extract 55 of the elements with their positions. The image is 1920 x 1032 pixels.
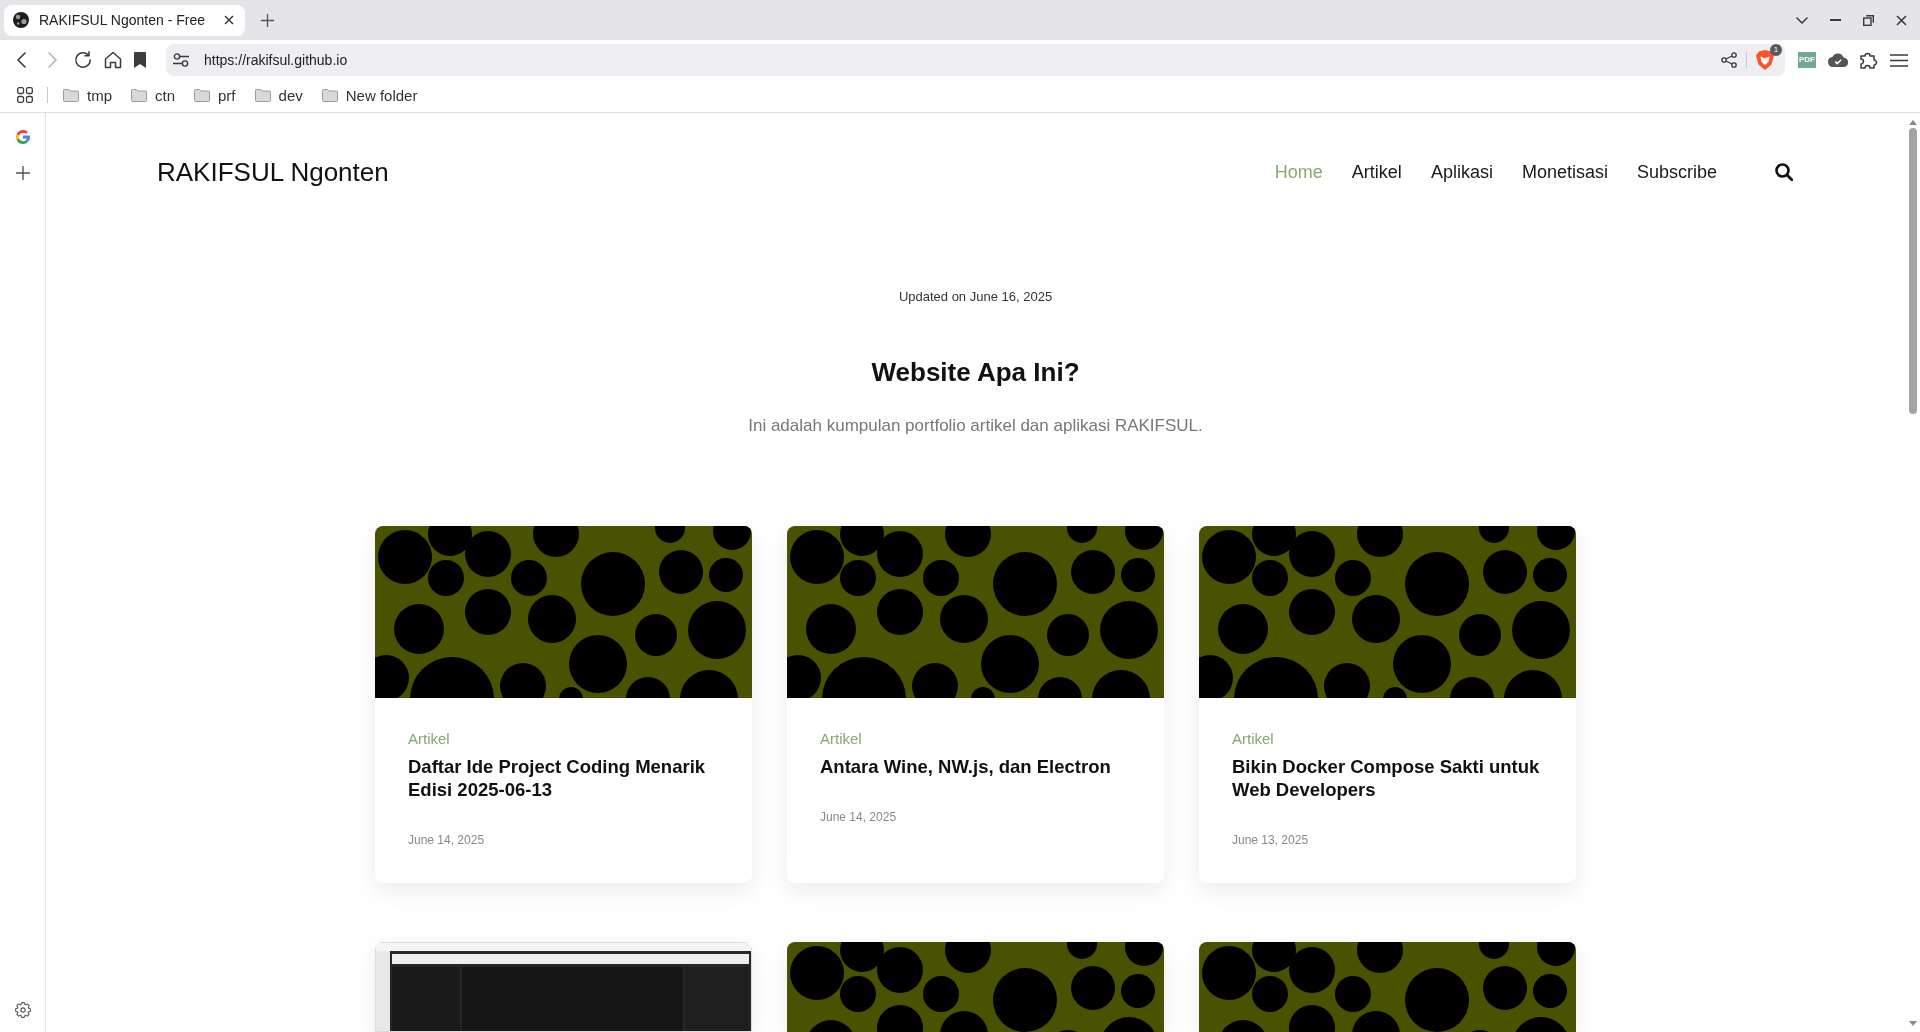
post-date: June 13, 2025 (1232, 832, 1309, 848)
plus-icon[interactable] (261, 13, 274, 27)
house-icon[interactable] (104, 51, 122, 69)
up-triangle-icon[interactable] (1908, 120, 1917, 125)
bookmark-folder[interactable]: New folder (317, 82, 422, 108)
g-logo-icon[interactable] (15, 130, 30, 144)
shield-icon[interactable] (1756, 50, 1774, 70)
post-card[interactable]: Artikel Bikin Docker Compose Sakti untuk Web Developers June 13, 2025 (1199, 526, 1576, 883)
grid-icon[interactable] (17, 87, 33, 103)
post-title[interactable]: Daftar Ide Project Coding Menarik Edisi 2025-06-13 (408, 755, 719, 801)
puzzle-piece-icon[interactable] (1860, 51, 1878, 69)
settings-icon[interactable] (14, 1002, 31, 1018)
site-logo[interactable]: RAKIFSUL Ngonten (157, 156, 389, 188)
restore-icon[interactable] (1863, 14, 1874, 26)
post-date: June 14, 2025 (820, 809, 897, 825)
address-bar[interactable]: https://rakifsul.github.io 1 (166, 44, 1785, 76)
nav-link[interactable]: Artikel (1351, 161, 1402, 183)
page-description: Ini adalah kumpulan portfolio artikel dan aplikasi RAKIFSUL. (747, 415, 1204, 437)
updated-date: Updated on June 16, 2025 (897, 289, 1054, 305)
post-card[interactable]: Artikel Daftar Ide Project Coding Menarik Edisi 2025-06-13 June 14, 2025 (375, 526, 752, 883)
close-icon[interactable] (1896, 14, 1907, 26)
browser-tab[interactable]: RAKIFSUL Ngonten - Free (4, 4, 245, 36)
url-text[interactable]: https://rakifsul.github.io (204, 52, 348, 68)
circular-arrow-icon[interactable] (74, 51, 92, 69)
page-heading: Website Apa Ini? (870, 356, 1081, 389)
menu-icon[interactable] (1890, 53, 1908, 67)
notification-badge: 1 (1770, 44, 1782, 56)
folder-icon (194, 88, 211, 102)
share-icon[interactable] (1721, 52, 1737, 68)
bookmark-folder[interactable]: tmp (59, 82, 116, 108)
left-chevron-icon[interactable] (17, 52, 26, 68)
scrollbar-thumb[interactable] (1908, 128, 1917, 414)
nav-link[interactable]: Aplikasi (1430, 161, 1493, 183)
bookmark-icon[interactable] (134, 52, 146, 68)
close-icon[interactable] (224, 15, 234, 25)
bookmark-folder[interactable]: prf (190, 82, 240, 108)
post-title[interactable]: Antara Wine, NW.js, dan Electron (820, 755, 1111, 778)
down-triangle-icon[interactable] (1908, 1021, 1917, 1026)
spotted-circle-icon (13, 12, 29, 28)
folder-icon (63, 88, 79, 102)
cloud-check-icon[interactable] (1828, 53, 1848, 67)
bookmark-folder[interactable]: dev (250, 82, 307, 108)
folder-icon (321, 88, 338, 102)
folder-icon (131, 88, 147, 102)
bookmark-folder[interactable]: ctn (127, 82, 180, 108)
nav-link[interactable]: Monetisasi (1521, 161, 1608, 183)
nav-link[interactable]: Subscribe (1636, 161, 1717, 183)
post-card[interactable]: Artikel Antara Wine, NW.js, dan Electron June 14, 2025 (787, 526, 1164, 883)
post-title[interactable]: Bikin Docker Compose Sakti untuk Web Developers (1232, 755, 1543, 801)
sliders-icon[interactable] (173, 53, 189, 67)
plus-icon[interactable] (15, 166, 30, 180)
chevron-down-icon[interactable] (1796, 16, 1808, 24)
search-icon[interactable] (1775, 163, 1793, 181)
folder-icon (254, 88, 271, 102)
post-date: June 14, 2025 (408, 832, 485, 848)
